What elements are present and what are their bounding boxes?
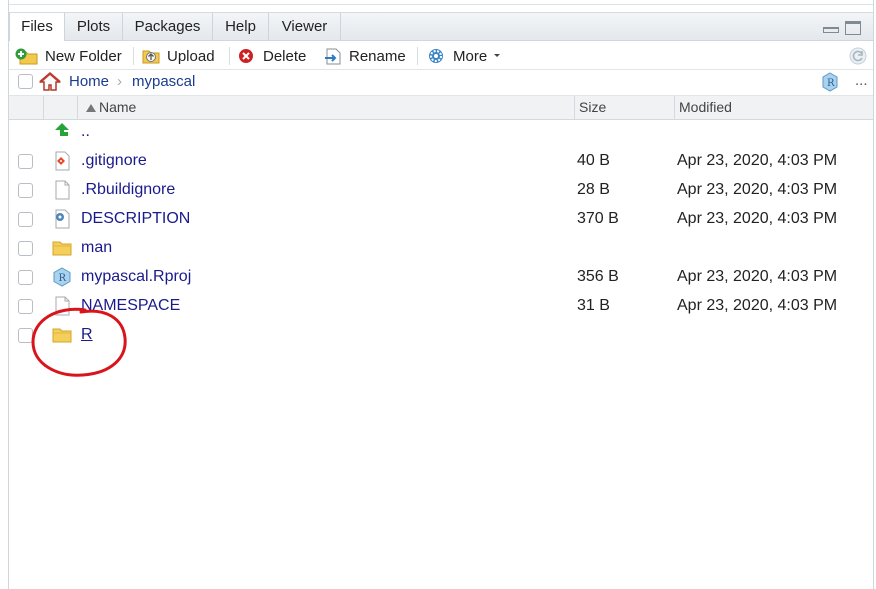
file-modified: Apr 23, 2020, 4:03 PM — [677, 210, 838, 227]
file-size: 356 B — [577, 268, 619, 285]
tab-help[interactable]: Help — [213, 13, 269, 41]
tab-files[interactable]: Files — [9, 13, 65, 42]
file-icon — [55, 180, 70, 200]
row-checkbox[interactable] — [18, 183, 33, 198]
table-row: .gitignore 40 B Apr 23, 2020, 4:03 PM — [9, 147, 873, 176]
parent-directory-row[interactable]: .. — [9, 118, 873, 147]
svg-text:R: R — [827, 78, 835, 89]
toolbar-divider — [417, 47, 418, 65]
breadcrumb-home[interactable]: Home — [69, 73, 109, 90]
file-name-link[interactable]: DESCRIPTION — [81, 210, 190, 228]
upload-label: Upload — [167, 47, 215, 65]
delete-label: Delete — [263, 47, 307, 65]
tab-viewer[interactable]: Viewer — [269, 13, 341, 41]
maximize-icon[interactable] — [845, 21, 861, 35]
rename-button[interactable]: Rename — [323, 45, 406, 67]
tab-bar: Files Plots Packages Help Viewer — [9, 12, 873, 42]
breadcrumb: Home › mypascal R ... — [9, 70, 873, 96]
upload-icon — [142, 50, 160, 64]
sort-ascending-icon — [86, 104, 96, 112]
select-all-checkbox[interactable] — [18, 74, 33, 89]
file-size: 31 B — [577, 297, 610, 314]
rproj-file-icon: R — [53, 267, 71, 287]
overflow-menu-button[interactable]: ... — [855, 72, 868, 89]
file-modified: Apr 23, 2020, 4:03 PM — [677, 181, 838, 198]
gear-icon — [429, 49, 443, 63]
header-name-label: Name — [99, 99, 137, 115]
header-name[interactable]: Name — [77, 96, 574, 119]
minimize-icon[interactable] — [823, 27, 839, 33]
toolbar-divider — [229, 47, 230, 65]
new-folder-button[interactable]: New Folder — [15, 45, 122, 67]
pane-top-border — [9, 0, 873, 5]
git-file-icon — [55, 151, 70, 171]
files-pane: Files Plots Packages Help Viewer New Fol… — [8, 0, 874, 589]
row-checkbox[interactable] — [18, 154, 33, 169]
row-checkbox[interactable] — [18, 270, 33, 285]
file-size: 40 B — [577, 152, 610, 169]
delete-icon — [239, 49, 253, 63]
rename-icon — [325, 48, 341, 65]
annotation-circle — [31, 307, 127, 377]
file-modified: Apr 23, 2020, 4:03 PM — [677, 297, 838, 314]
file-name-link[interactable]: mypascal.Rproj — [81, 268, 191, 286]
breadcrumb-current[interactable]: mypascal — [132, 73, 195, 90]
rproj-icon[interactable]: R — [821, 72, 839, 92]
refresh-icon[interactable] — [848, 46, 868, 66]
file-name-link[interactable]: .Rbuildignore — [81, 181, 175, 199]
files-toolbar: New Folder Upload Delete Rename More — [9, 41, 873, 70]
new-folder-icon — [15, 48, 38, 65]
home-icon[interactable] — [39, 72, 61, 92]
parent-directory-link[interactable]: .. — [81, 123, 90, 141]
toolbar-divider — [133, 47, 134, 65]
header-size[interactable]: Size — [574, 96, 674, 119]
table-row: .Rbuildignore 28 B Apr 23, 2020, 4:03 PM — [9, 176, 873, 205]
tab-packages[interactable]: Packages — [123, 13, 213, 41]
file-modified: Apr 23, 2020, 4:03 PM — [677, 152, 838, 169]
description-file-icon — [55, 209, 70, 229]
more-label: More — [453, 47, 488, 65]
table-row: NAMESPACE 31 B Apr 23, 2020, 4:03 PM — [9, 292, 873, 321]
more-button[interactable]: More — [427, 45, 501, 67]
svg-text:R: R — [59, 273, 67, 284]
header-icon-column — [43, 96, 77, 119]
file-name-link[interactable]: .gitignore — [81, 152, 147, 170]
table-row: R — [9, 321, 873, 350]
delete-button[interactable]: Delete — [237, 45, 306, 67]
file-size: 370 B — [577, 210, 619, 227]
rename-label: Rename — [349, 47, 406, 65]
go-up-icon — [55, 123, 69, 136]
breadcrumb-separator: › — [117, 73, 122, 90]
folder-name-link[interactable]: man — [81, 239, 112, 257]
new-folder-label: New Folder — [45, 47, 122, 65]
row-checkbox[interactable] — [18, 241, 33, 256]
tab-plots[interactable]: Plots — [65, 13, 123, 41]
file-list-header: Name Size Modified — [9, 96, 873, 120]
header-modified-label: Modified — [679, 99, 732, 115]
file-modified: Apr 23, 2020, 4:03 PM — [677, 268, 838, 285]
header-size-label: Size — [579, 99, 607, 115]
table-row: DESCRIPTION 370 B Apr 23, 2020, 4:03 PM — [9, 205, 873, 234]
caret-down-icon — [494, 54, 501, 57]
row-checkbox[interactable] — [18, 212, 33, 227]
folder-icon — [52, 241, 72, 256]
table-row: R mypascal.Rproj 356 B Apr 23, 2020, 4:0… — [9, 263, 873, 292]
upload-button[interactable]: Upload — [141, 45, 215, 67]
file-size: 28 B — [577, 181, 610, 198]
header-modified[interactable]: Modified — [674, 96, 873, 119]
table-row: man — [9, 234, 873, 263]
